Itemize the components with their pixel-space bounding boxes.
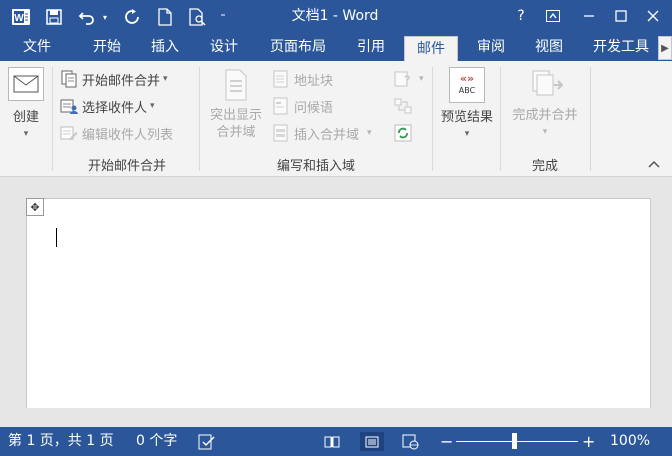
address-block-label: 地址块 bbox=[294, 73, 334, 89]
greeting-line-button[interactable]: 问候语 bbox=[272, 94, 333, 118]
insert-field-icon bbox=[272, 124, 290, 142]
word-count[interactable]: 0 个字 bbox=[136, 427, 177, 456]
chevron-down-icon: ▾ bbox=[150, 101, 155, 111]
document-area bbox=[0, 177, 672, 427]
text-cursor bbox=[56, 228, 57, 247]
highlight-line2: 合并域 bbox=[216, 125, 256, 140]
address-block-icon bbox=[272, 70, 290, 88]
group-label-finish: 完成 bbox=[531, 159, 558, 174]
insert-merge-field-button[interactable]: 插入合并域 ▾ bbox=[272, 121, 372, 145]
group-separator bbox=[590, 67, 591, 171]
edit-recipient-list-label: 编辑收件人列表 bbox=[82, 127, 174, 143]
finish-merge-icon bbox=[525, 69, 565, 101]
ribbon-mailings: 创建 ▾ 开始邮件合并 ▾ 选择收件人 ▾ 编辑收件人列表 开始邮件合并 突出显… bbox=[0, 61, 672, 177]
print-preview-icon[interactable] bbox=[186, 4, 210, 30]
svg-text:?: ? bbox=[404, 74, 410, 86]
group-label-start-merge: 开始邮件合并 bbox=[87, 159, 166, 174]
create-button[interactable]: 创建 ▾ bbox=[6, 67, 46, 151]
highlight-merge-fields-button[interactable]: 突出显示 合并域 bbox=[204, 69, 268, 151]
recipients-icon bbox=[60, 97, 78, 115]
word-logo-icon[interactable]: W bbox=[8, 4, 34, 30]
maximize-icon[interactable] bbox=[606, 3, 636, 29]
window-title: 文档1 - Word bbox=[291, 8, 379, 24]
document-page[interactable] bbox=[26, 198, 651, 408]
group-label-write-insert: 编写和插入域 bbox=[276, 159, 355, 174]
chevron-down-icon: ▾ bbox=[163, 74, 168, 84]
insert-merge-field-label: 插入合并域 bbox=[294, 127, 360, 143]
ribbon-tabs: 文件 开始 插入 设计 页面布局 引用 邮件 审阅 视图 开发工具 ▶ bbox=[0, 33, 672, 62]
web-layout-icon[interactable] bbox=[402, 427, 424, 456]
redo-icon[interactable] bbox=[120, 4, 144, 30]
select-recipients-label: 选择收件人 bbox=[82, 100, 148, 116]
save-icon[interactable] bbox=[42, 4, 66, 30]
tab-page-layout[interactable]: 页面布局 bbox=[260, 33, 336, 61]
greeting-line-icon bbox=[272, 97, 290, 115]
proofing-icon[interactable] bbox=[198, 427, 220, 456]
update-labels-button[interactable] bbox=[394, 121, 416, 145]
chevron-down-icon: ▾ bbox=[367, 128, 372, 138]
envelope-icon bbox=[8, 67, 44, 101]
collapse-ribbon-icon[interactable] bbox=[646, 157, 662, 171]
undo-dropdown-icon[interactable]: ▾ bbox=[99, 4, 111, 30]
tab-file[interactable]: 文件 bbox=[0, 33, 74, 61]
create-label: 创建 bbox=[12, 110, 39, 125]
tab-developer[interactable]: 开发工具 bbox=[584, 33, 658, 61]
rules-icon: ? bbox=[394, 70, 412, 88]
print-layout-icon[interactable] bbox=[360, 432, 384, 451]
title-bar: W ▾ ⁼ 文档1 - Word ? bbox=[0, 0, 672, 33]
table-move-handle-icon[interactable]: ✥ bbox=[26, 198, 44, 216]
group-separator bbox=[432, 67, 433, 171]
preview-results-label: 预览结果 bbox=[440, 110, 493, 125]
match-fields-button[interactable] bbox=[394, 94, 416, 118]
tab-scroll-right-icon[interactable]: ▶ bbox=[658, 36, 672, 60]
tab-view[interactable]: 视图 bbox=[524, 33, 574, 61]
edit-recipient-list-button[interactable]: 编辑收件人列表 bbox=[60, 121, 173, 145]
refresh-icon bbox=[394, 124, 412, 142]
zoom-level[interactable]: 100% bbox=[610, 427, 650, 456]
read-mode-icon[interactable] bbox=[324, 427, 342, 456]
zoom-in-button[interactable]: + bbox=[582, 427, 595, 456]
ribbon-display-options-icon[interactable] bbox=[538, 3, 568, 29]
status-bar: 第 1 页，共 1 页 0 个字 − + 100% bbox=[0, 427, 672, 456]
page-count[interactable]: 第 1 页，共 1 页 bbox=[8, 427, 114, 456]
zoom-out-button[interactable]: − bbox=[440, 427, 453, 456]
svg-text:W: W bbox=[14, 13, 24, 24]
customize-toolbar-icon[interactable]: ⁼ bbox=[216, 4, 230, 30]
start-mail-merge-label: 开始邮件合并 bbox=[82, 73, 161, 89]
select-recipients-button[interactable]: 选择收件人 ▾ bbox=[60, 94, 155, 118]
preview-results-button[interactable]: «» ABC 预览结果 ▾ bbox=[436, 67, 498, 151]
minimize-icon[interactable] bbox=[574, 3, 604, 29]
tab-insert[interactable]: 插入 bbox=[140, 33, 190, 61]
finish-merge-button[interactable]: 完成并合并 ▾ bbox=[504, 69, 586, 151]
tab-design[interactable]: 设计 bbox=[198, 33, 250, 61]
tab-mailings[interactable]: 邮件 bbox=[404, 36, 458, 62]
chevron-down-icon: ▾ bbox=[419, 74, 424, 84]
address-block-button[interactable]: 地址块 bbox=[272, 67, 333, 91]
chevron-down-icon: ▾ bbox=[542, 127, 548, 137]
zoom-slider-thumb[interactable] bbox=[512, 433, 517, 449]
highlight-line1: 突出显示 bbox=[209, 108, 262, 123]
zoom-slider-track[interactable] bbox=[456, 441, 578, 442]
tab-review[interactable]: 审阅 bbox=[466, 33, 516, 61]
tab-home[interactable]: 开始 bbox=[82, 33, 132, 61]
edit-list-icon bbox=[60, 124, 78, 142]
highlight-fields-icon bbox=[222, 69, 250, 101]
rules-button[interactable]: ? ▾ bbox=[394, 67, 424, 91]
chevron-down-icon: ▾ bbox=[464, 129, 470, 139]
finish-merge-label: 完成并合并 bbox=[512, 108, 578, 123]
undo-icon[interactable] bbox=[76, 4, 98, 30]
greeting-line-label: 问候语 bbox=[294, 100, 334, 116]
group-separator bbox=[52, 67, 53, 171]
start-mail-merge-button[interactable]: 开始邮件合并 ▾ bbox=[60, 67, 168, 91]
help-button[interactable]: ? bbox=[506, 3, 536, 29]
tab-references[interactable]: 引用 bbox=[346, 33, 396, 61]
create-dropdown-icon: ▾ bbox=[23, 129, 29, 139]
preview-results-icon: «» ABC bbox=[449, 67, 485, 103]
documents-icon bbox=[60, 70, 78, 88]
new-document-icon[interactable] bbox=[154, 4, 176, 30]
match-fields-icon bbox=[394, 97, 412, 115]
close-icon[interactable] bbox=[638, 3, 668, 29]
